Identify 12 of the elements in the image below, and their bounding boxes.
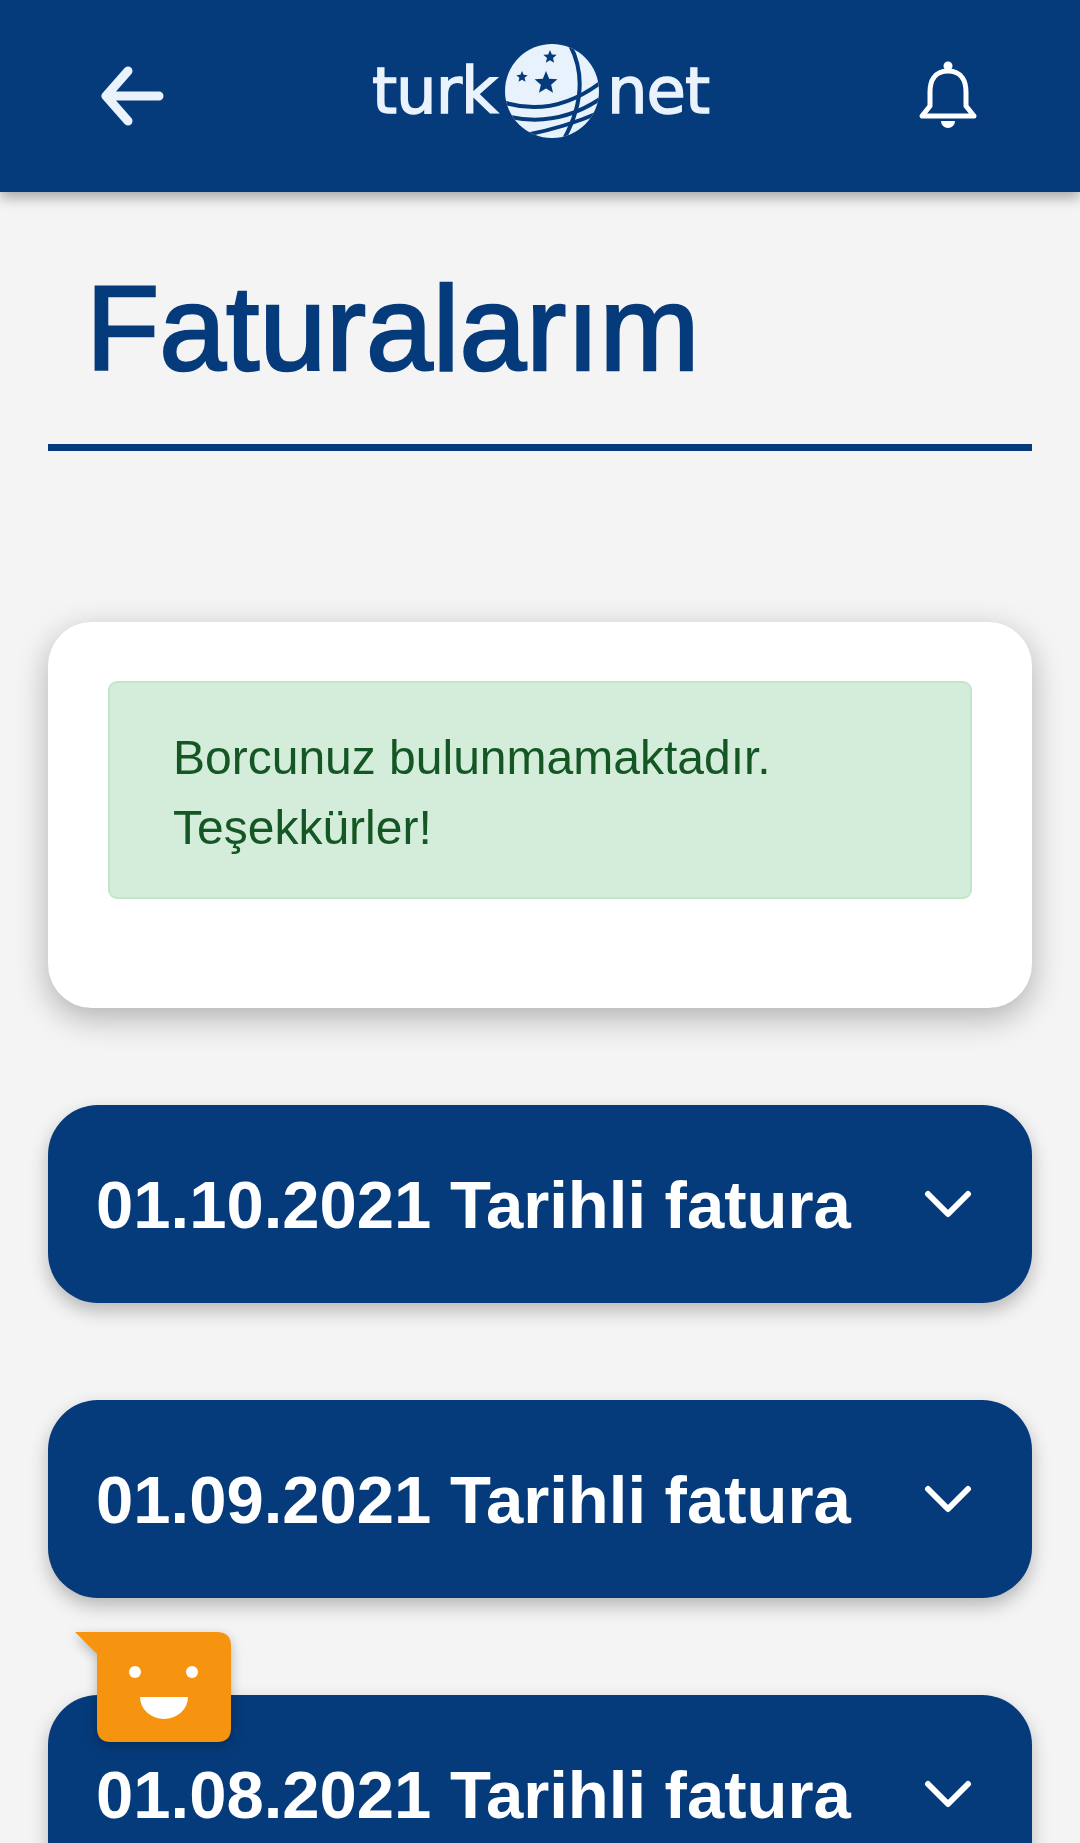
invoice-accordion-header[interactable]: 01.09.2021 Tarihli fatura — [48, 1400, 1032, 1598]
logo-text: turk — [371, 59, 497, 123]
page-title: Faturalarım — [85, 260, 701, 397]
chat-button[interactable] — [75, 1632, 231, 1742]
invoice-accordion-header[interactable]: 01.10.2021 Tarihli fatura — [48, 1105, 1032, 1303]
smiling-speech-bubble-icon — [75, 1632, 231, 1742]
invoice-accordion-header[interactable]: 01.08.2021 Tarihli fatura — [48, 1695, 1032, 1843]
success-alert: Borcunuz bulunmamaktadır. Teşekkürler! — [108, 681, 972, 899]
bell-icon — [917, 61, 979, 131]
logo-text: net — [607, 59, 710, 123]
arrow-left-icon — [100, 65, 164, 127]
globe-icon — [504, 43, 600, 139]
